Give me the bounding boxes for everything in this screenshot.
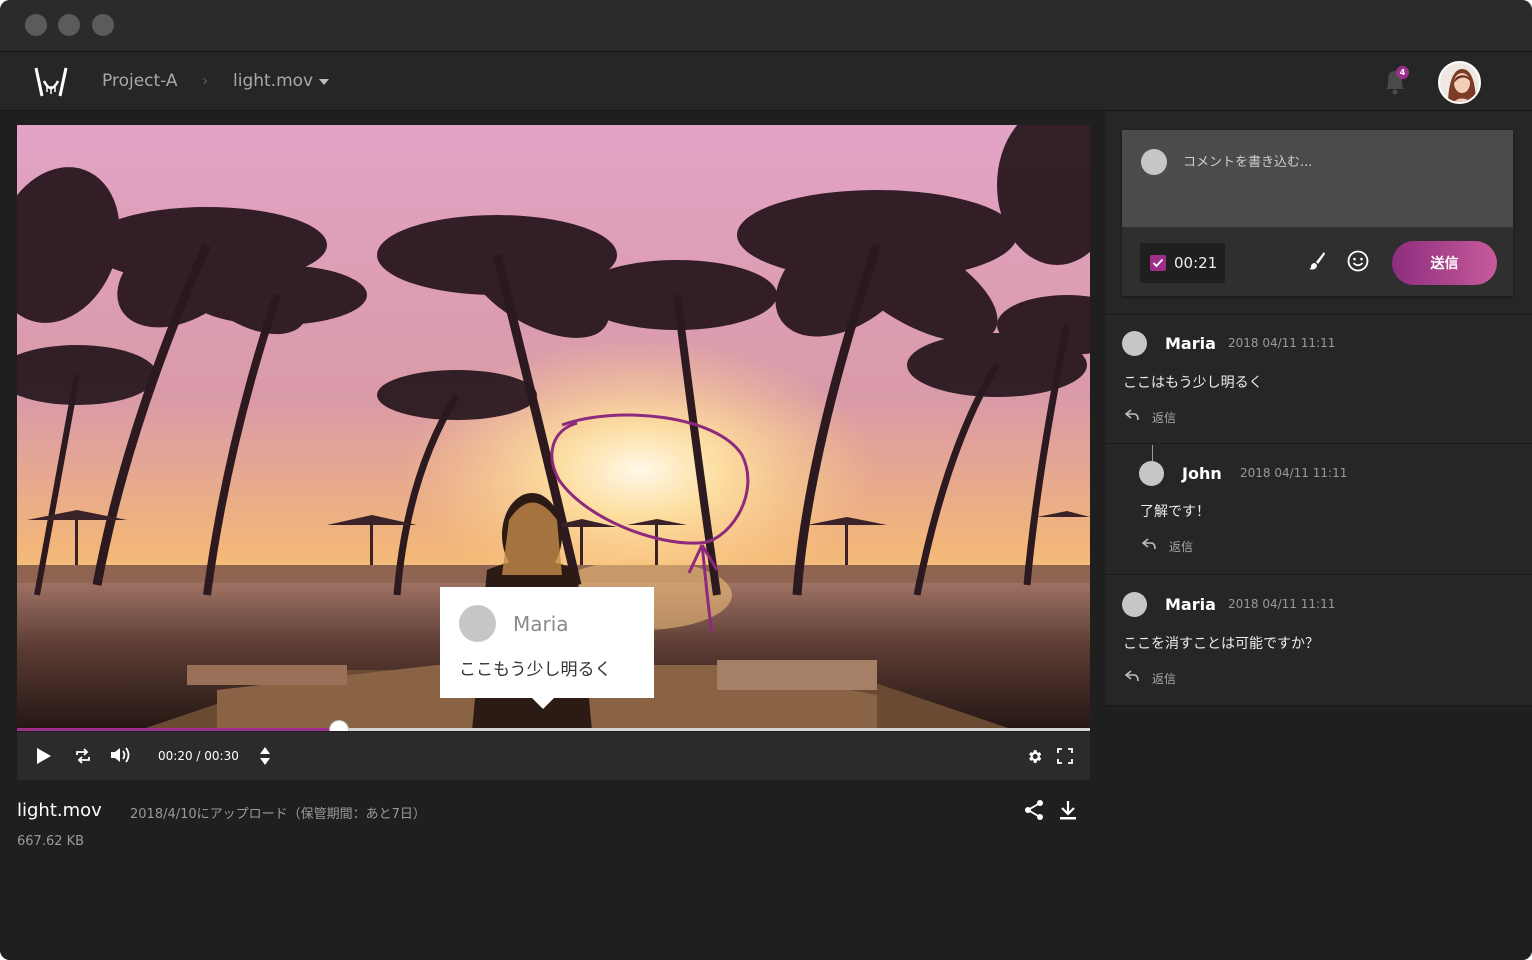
comment-text: ここはもう少し明るく: [1123, 375, 1263, 391]
comment-date: 2018 04/11 11:11: [1228, 336, 1336, 350]
comment-reply-item: John 2018 04/11 11:11 了解です！ 返信: [1105, 444, 1532, 574]
comment-composer: コメントを書き込む... 00:21 送信: [1122, 130, 1513, 296]
avatar: [1139, 461, 1164, 486]
title-bar: [0, 0, 1532, 52]
download-icon[interactable]: [1058, 799, 1078, 821]
video-player[interactable]: Maria ここもう少し明るく: [17, 125, 1090, 731]
comment-composer-section: コメントを書き込む... 00:21 送信: [1105, 111, 1532, 314]
window-zoom-button[interactable]: [92, 14, 114, 36]
notification-badge: 4: [1396, 66, 1409, 79]
volume-icon[interactable]: [110, 746, 132, 764]
file-upload-meta: 2018/4/10にアップロード（保管期間：あと7日）: [130, 807, 426, 822]
gear-icon[interactable]: [1026, 748, 1043, 765]
reply-icon[interactable]: [1125, 670, 1139, 682]
comment-date: 2018 04/11 11:11: [1228, 597, 1336, 611]
app-logo-icon[interactable]: [33, 65, 69, 99]
timestamp-toggle[interactable]: 00:21: [1140, 243, 1225, 283]
comment-author: John: [1182, 464, 1222, 483]
main-content: Maria ここもう少し明るく 00:20 / 00:30 light.mov …: [0, 111, 1105, 960]
comment-text: 了解です！: [1140, 504, 1210, 520]
time-readout: 00:20 / 00:30: [158, 749, 239, 763]
annotation-comment-popup[interactable]: Maria ここもう少し明るく: [440, 587, 654, 709]
file-size: 667.62 KB: [17, 834, 85, 849]
progress-fill: [17, 728, 339, 731]
comment-author: Maria: [1165, 595, 1216, 614]
reply-button[interactable]: 返信: [1169, 538, 1193, 555]
window-minimize-button[interactable]: [58, 14, 80, 36]
send-button[interactable]: 送信: [1392, 241, 1497, 285]
chevron-down-icon[interactable]: [319, 79, 329, 85]
comment-text: ここを消すことは可能ですか？: [1123, 636, 1319, 652]
app-window: Project-A › light.mov 4 Maria ここもう少し明るく …: [0, 0, 1532, 960]
annotation-author: Maria: [513, 612, 569, 636]
comments-panel: コメントを書き込む... 00:21 送信 Maria 2018 04/11 1…: [1105, 111, 1532, 960]
loop-icon[interactable]: [75, 748, 91, 764]
share-icon[interactable]: [1024, 799, 1044, 821]
comment-author: Maria: [1165, 334, 1216, 353]
checkbox-checked-icon[interactable]: [1150, 255, 1166, 271]
play-icon[interactable]: [36, 747, 52, 765]
file-name: light.mov: [17, 800, 102, 821]
app-header: Project-A › light.mov 4: [0, 52, 1532, 111]
breadcrumb-separator-icon: ›: [202, 71, 209, 90]
avatar: [1122, 331, 1147, 356]
comment-input[interactable]: コメントを書き込む...: [1122, 130, 1513, 227]
reply-icon[interactable]: [1142, 538, 1156, 550]
breadcrumb-file[interactable]: light.mov: [233, 71, 313, 91]
annotation-text: ここもう少し明るく: [459, 660, 612, 680]
avatar: [459, 605, 496, 642]
timestamp-value: 00:21: [1174, 254, 1218, 272]
comment-date: 2018 04/11 11:11: [1240, 466, 1348, 480]
avatar: [1122, 592, 1147, 617]
emoji-icon[interactable]: [1347, 250, 1369, 272]
user-avatar[interactable]: [1438, 61, 1481, 104]
comment-item: Maria 2018 04/11 11:11 ここを消すことは可能ですか？ 返信: [1105, 575, 1532, 705]
comment-input-placeholder: コメントを書き込む...: [1183, 155, 1313, 170]
comments-empty-area: [1105, 706, 1532, 960]
comment-item: Maria 2018 04/11 11:11 ここはもう少し明るく 返信: [1105, 315, 1532, 443]
brush-icon[interactable]: [1308, 251, 1326, 271]
fullscreen-icon[interactable]: [1057, 748, 1073, 764]
avatar: [1141, 149, 1167, 175]
breadcrumb-project[interactable]: Project-A: [102, 71, 178, 91]
player-controls: 00:20 / 00:30: [17, 732, 1090, 780]
window-close-button[interactable]: [25, 14, 47, 36]
speed-stepper-icon[interactable]: [259, 746, 271, 766]
reply-icon[interactable]: [1125, 409, 1139, 421]
reply-button[interactable]: 返信: [1152, 409, 1176, 426]
reply-button[interactable]: 返信: [1152, 670, 1176, 687]
